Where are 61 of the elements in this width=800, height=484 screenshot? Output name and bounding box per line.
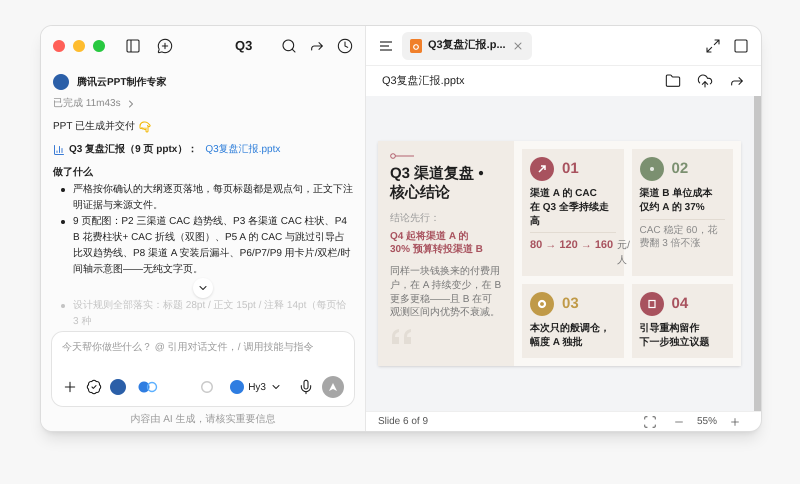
add-icon[interactable] <box>62 379 78 395</box>
window-title: Q3 <box>235 37 252 56</box>
card-number: 04 <box>672 294 688 314</box>
tool-icon[interactable] <box>138 380 158 394</box>
card-metric: 80 → 120 → 160 <box>530 238 614 254</box>
zoom-in-icon[interactable] <box>729 416 741 428</box>
file-label: Q3 复盘汇报（9 页 pptx）： <box>69 142 198 157</box>
message-text: PPT 已生成并交付 <box>53 120 136 134</box>
panel-icon[interactable] <box>733 38 749 54</box>
file-link[interactable]: Q3复盘汇报.pptx <box>205 142 280 157</box>
new-chat-icon[interactable] <box>157 38 173 54</box>
folder-icon[interactable] <box>665 73 681 89</box>
fit-icon[interactable] <box>642 414 657 428</box>
loading-spinner-icon <box>200 380 214 394</box>
sidebar-icon[interactable] <box>125 38 141 54</box>
card-number: 01 <box>562 158 579 179</box>
close-icon[interactable] <box>512 40 524 52</box>
card-note: CAC 稳定 60，花费翻 3 倍不涨 <box>640 218 725 252</box>
scroll-down-button[interactable] <box>193 278 213 298</box>
card-title: 引导重构留作 下一步独立议题 <box>640 322 710 350</box>
upload-icon[interactable] <box>697 73 713 89</box>
card-icon <box>640 292 664 316</box>
disclaimer-text: 内容由 AI 生成，请核实重要信息 <box>129 412 276 426</box>
section-heading: 做了什么 <box>53 166 94 180</box>
search-icon[interactable] <box>281 38 297 54</box>
badge-check-icon[interactable] <box>86 379 102 395</box>
card-icon <box>530 292 554 316</box>
pointing-hand-icon <box>139 120 152 132</box>
file-title: Q3复盘汇报.pptx <box>382 74 465 89</box>
file-tab[interactable]: Q3复盘汇报.p... <box>402 32 532 60</box>
lead-text: 结论先行： <box>390 212 441 226</box>
card-title: 渠道 B 单位成本 仅约 A 的 37% <box>640 187 714 215</box>
slide-body: 同样一块钱换来的付费用户，在 A 持续变少，在 B 更多更稳——且 B 在可观测区间内优势不衰减。 <box>390 265 502 320</box>
bullet-text: 严格按你确认的大纲逐页落地，每页标题都是观点句，正文下注明证据与来源文件。 <box>73 182 353 213</box>
card-number: 03 <box>562 294 579 314</box>
send-arrow-icon <box>328 382 338 392</box>
avatar-icon[interactable] <box>110 379 126 395</box>
bar-chart-icon <box>53 144 65 156</box>
card-unit: 元/人 <box>617 239 630 268</box>
card-number: 02 <box>672 158 688 179</box>
slide-title: Q3 渠道复盘 • 核心结论 <box>390 165 485 203</box>
card-title: 本次只的般调仓， 幅度 A 独批 <box>530 322 611 350</box>
microphone-icon[interactable] <box>298 379 314 395</box>
message-input[interactable]: 今天帮你做些什么？ @ 引用对话文件，/ 调用技能与指令 <box>62 340 344 355</box>
zoom-level: 55% <box>696 415 717 429</box>
avatar <box>53 74 69 90</box>
slide-headline: Q4 起将渠道 A 的 30% 预算转投渠道 B <box>390 230 484 258</box>
card-icon <box>640 157 664 182</box>
slide-counter: Slide 6 of 9 <box>378 415 428 429</box>
model-icon <box>230 380 244 394</box>
bullet-text: 9 页配图：P2 三渠道 CAC 趋势线、P3 各渠道 CAC 柱状、P4 B 花费柱状+ CAC 折线（双图）、P5 A 的 CAC 与跳过引导占比双趋势线、P8 渠道 A 安装后漏斗、P6/P7/P9 用卡片/双栏/时间轴示意图——无纯文字页。 <box>73 214 352 277</box>
close-button[interactable] <box>53 40 65 52</box>
model-selector[interactable]: Hy3 <box>230 380 282 394</box>
history-icon[interactable] <box>337 38 353 54</box>
file-icon <box>410 38 422 52</box>
expand-icon[interactable] <box>705 38 721 54</box>
card-icon <box>530 157 554 182</box>
agent-name: 腾讯云PPT制作专家 <box>77 75 166 90</box>
card-title: 渠道 A 的 CAC 在 Q3 全季持续走高 <box>530 187 610 228</box>
scrollbar[interactable] <box>754 96 761 411</box>
circle-line-icon <box>390 153 414 160</box>
